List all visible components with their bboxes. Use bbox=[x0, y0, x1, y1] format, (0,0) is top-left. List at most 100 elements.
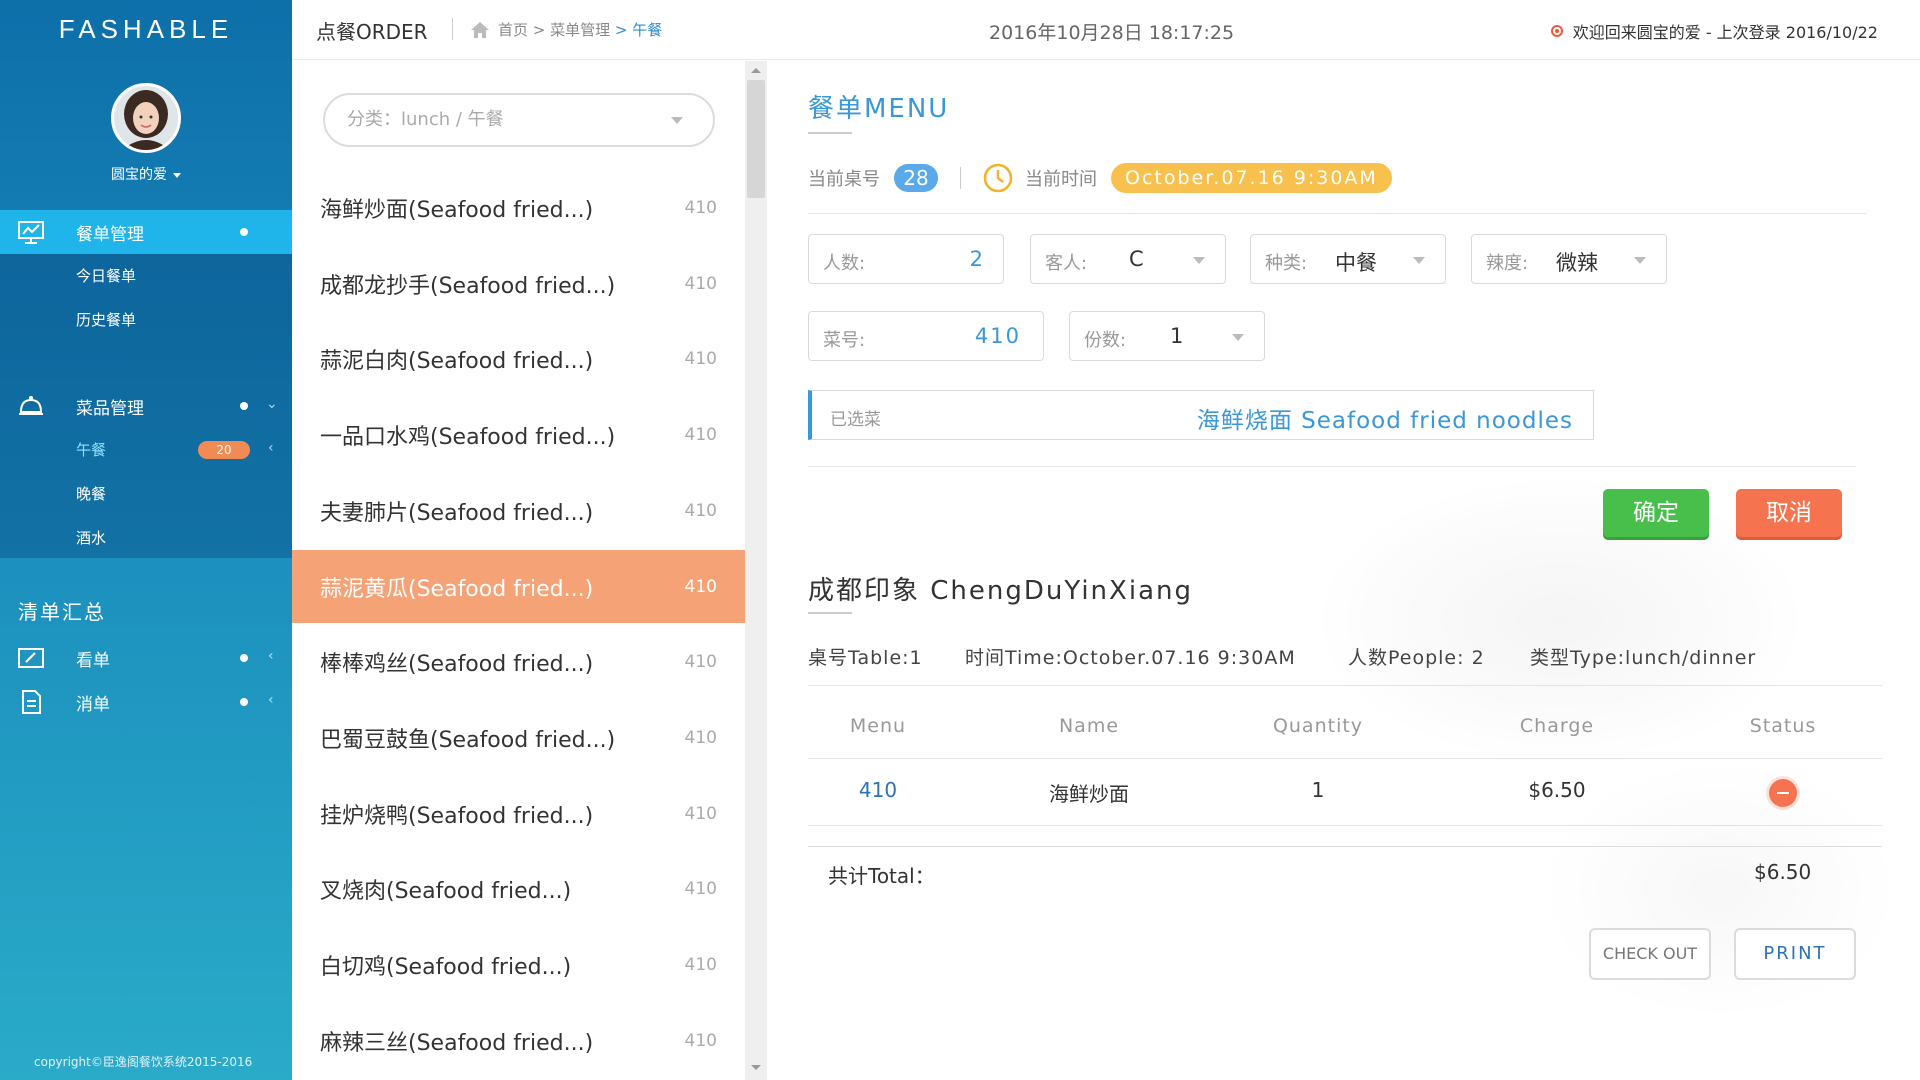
divider bbox=[960, 167, 961, 189]
table-number-badge: 28 bbox=[894, 164, 938, 192]
document-icon bbox=[22, 690, 41, 714]
avatar[interactable] bbox=[111, 83, 181, 153]
user-menu[interactable]: 圆宝的爱 bbox=[0, 164, 292, 184]
time-label: 当前时间 bbox=[1025, 169, 1097, 190]
people-field[interactable]: 人数: 2 bbox=[808, 234, 1004, 284]
welcome-message: 欢迎回来圆宝的爱 - 上次登录 2016/10/22 bbox=[1550, 19, 1878, 43]
kind-select[interactable]: 种类: 中餐 bbox=[1250, 234, 1446, 284]
dish-list-item[interactable]: 海鲜炒面(Seafood fried...) 410 bbox=[292, 171, 745, 244]
submenu-drinks[interactable]: 酒水 bbox=[76, 527, 106, 548]
menu-clear-orders[interactable]: 消单 ‹ bbox=[0, 680, 292, 724]
menu-label: 餐单管理 bbox=[76, 224, 144, 245]
dish-list-item[interactable]: 棒棒鸡丝(Seafood fried...) 410 bbox=[292, 625, 745, 698]
scrollbar-thumb[interactable] bbox=[747, 80, 765, 198]
breadcrumb-separator: > bbox=[610, 20, 633, 39]
guest-value: C bbox=[1129, 247, 1144, 271]
print-button[interactable]: PRINT bbox=[1734, 928, 1856, 980]
scroll-down-icon[interactable] bbox=[751, 1065, 761, 1070]
chevron-down-icon: ⌄ bbox=[266, 396, 278, 412]
cancel-button[interactable]: 取消 bbox=[1736, 489, 1842, 537]
welcome-text: 欢迎回来圆宝的爱 - 上次登录 2016/10/22 bbox=[1572, 23, 1878, 42]
menu-dish-management[interactable]: 菜品管理 ⌄ bbox=[0, 384, 292, 428]
dish-list-item[interactable]: 麻辣三丝(Seafood fried...) 410 bbox=[292, 1004, 745, 1077]
brand-logo: FASHABLE bbox=[58, 14, 234, 44]
divider bbox=[808, 213, 1866, 214]
dish-name: 白切鸡(Seafood fried...) bbox=[320, 955, 572, 980]
menu-order-management[interactable]: 餐单管理 bbox=[0, 210, 292, 254]
dish-list-item[interactable]: 夫妻肺片(Seafood fried...) 410 bbox=[292, 474, 745, 547]
portions-select[interactable]: 份数: 1 bbox=[1069, 311, 1265, 361]
dish-name: 麻辣三丝(Seafood fried...) bbox=[320, 1030, 594, 1056]
dish-code: 410 bbox=[684, 1030, 717, 1051]
dish-code: 410 bbox=[684, 803, 717, 824]
dish-list-item[interactable]: 挂炉烧鸭(Seafood fried...) 410 bbox=[292, 777, 745, 850]
breadcrumb-menu-management[interactable]: 菜单管理 bbox=[550, 19, 610, 40]
table-label: 当前桌号 bbox=[808, 169, 880, 190]
total-label: 共计Total： bbox=[828, 864, 935, 888]
scroll-up-icon[interactable] bbox=[751, 68, 761, 73]
edit-screen-icon bbox=[18, 648, 44, 668]
guest-select[interactable]: 客人: C bbox=[1030, 234, 1226, 284]
submenu-history-orders[interactable]: 历史餐单 bbox=[76, 309, 136, 330]
clock-icon bbox=[983, 163, 1013, 193]
category-select[interactable]: 分类：lunch / 午餐 bbox=[323, 93, 715, 147]
portions-value: 1 bbox=[1170, 324, 1184, 348]
dish-name: 蒜泥黄瓜(Seafood fried...) bbox=[320, 576, 594, 602]
row-menu-code[interactable]: 410 bbox=[798, 778, 958, 802]
dish-name: 成都龙抄手(Seafood fried...) bbox=[320, 273, 616, 299]
chevron-left-icon: ‹ bbox=[268, 440, 274, 456]
row-dish-name: 海鲜炒面 bbox=[1049, 782, 1129, 806]
chevron-down-icon bbox=[173, 172, 181, 178]
dish-list-item[interactable]: 巴蜀豆鼓鱼(Seafood fried...) 410 bbox=[292, 701, 745, 774]
dish-list-item[interactable]: 一品口水鸡(Seafood fried...) 410 bbox=[292, 398, 745, 471]
people-label: 人数: bbox=[823, 253, 866, 274]
dish-code: 410 bbox=[684, 425, 717, 446]
menu-label: 看单 bbox=[76, 650, 110, 671]
submenu-dinner[interactable]: 晚餐 bbox=[76, 483, 106, 504]
confirm-button[interactable]: 确定 bbox=[1603, 489, 1709, 537]
spicy-select[interactable]: 辣度: 微辣 bbox=[1471, 234, 1667, 284]
dish-list-item[interactable]: 蒜泥黄瓜(Seafood fried...) 410 bbox=[292, 549, 745, 623]
column-header-quantity: Quantity bbox=[1272, 715, 1364, 737]
indicator-dot-icon bbox=[240, 402, 248, 410]
column-header-status: Status bbox=[1749, 715, 1817, 737]
dish-code: 410 bbox=[684, 198, 717, 218]
dish-code: 410 bbox=[684, 349, 717, 370]
chevron-left-icon: ‹ bbox=[268, 692, 274, 708]
dish-code: 410 bbox=[684, 652, 717, 673]
indicator-dot-icon bbox=[240, 654, 248, 662]
divider bbox=[808, 758, 1882, 759]
home-icon[interactable] bbox=[470, 21, 490, 39]
column-header-charge: Charge bbox=[1519, 715, 1595, 737]
breadcrumb-home[interactable]: 首页 bbox=[498, 19, 528, 40]
scrollbar[interactable] bbox=[745, 61, 767, 1080]
count-badge: 20 bbox=[198, 441, 250, 459]
dish-list-item[interactable]: 成都龙抄手(Seafood fried...) 410 bbox=[292, 247, 745, 320]
receipt-table: 桌号Table:1 bbox=[808, 647, 923, 669]
chevron-down-icon bbox=[1193, 257, 1205, 264]
checkout-button[interactable]: CHECK OUT bbox=[1589, 928, 1711, 980]
chevron-down-icon bbox=[1413, 257, 1425, 264]
menu-view-orders[interactable]: 看单 ‹ bbox=[0, 636, 292, 680]
guest-label: 客人: bbox=[1045, 253, 1088, 274]
dish-list-item[interactable]: 叉烧肉(Seafood fried...) 410 bbox=[292, 852, 745, 925]
menu-label: 消单 bbox=[76, 694, 110, 715]
dish-number-field[interactable]: 菜号: 410 bbox=[808, 311, 1044, 361]
dish-list-item[interactable]: 蒜泥白肉(Seafood fried...) 410 bbox=[292, 322, 745, 395]
column-header-name: Name bbox=[1058, 715, 1120, 737]
chevron-down-icon bbox=[1634, 257, 1646, 264]
dish-name: 叉烧肉(Seafood fried...) bbox=[320, 879, 572, 905]
dish-name: 挂炉烧鸭(Seafood fried...) bbox=[320, 803, 594, 829]
selected-dish-label: 已选菜 bbox=[830, 410, 881, 430]
submenu-today-orders[interactable]: 今日餐单 bbox=[76, 265, 136, 286]
dish-list-item[interactable]: 白切鸡(Seafood fried...) 410 bbox=[292, 928, 745, 1001]
divider bbox=[452, 18, 453, 40]
row-quantity: 1 bbox=[1311, 778, 1325, 802]
chevron-down-icon bbox=[671, 117, 683, 124]
submenu-lunch[interactable]: 午餐 bbox=[76, 439, 106, 460]
dish-list-panel: 分类：lunch / 午餐 海鲜炒面(Seafood fried...) 410 成… bbox=[292, 61, 745, 1080]
dish-number-label: 菜号: bbox=[823, 330, 866, 351]
spicy-label: 辣度: bbox=[1486, 253, 1529, 274]
remove-item-icon[interactable] bbox=[1769, 779, 1797, 807]
kind-label: 种类: bbox=[1265, 253, 1308, 274]
